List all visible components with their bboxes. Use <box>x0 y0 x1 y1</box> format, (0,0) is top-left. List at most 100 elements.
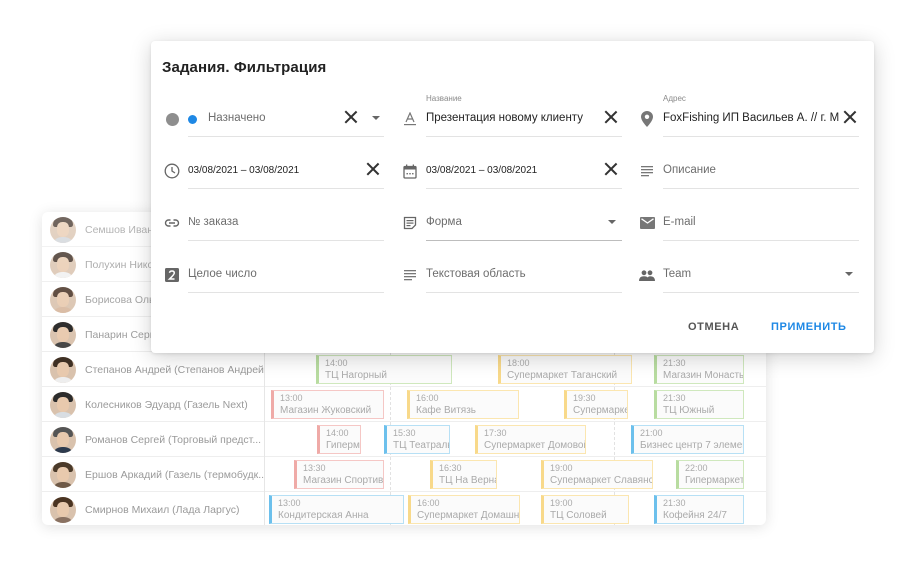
address-label: Адрес <box>663 94 686 103</box>
event-title: Супермаркет <box>573 405 628 416</box>
integer-field[interactable]: Целое число <box>164 263 384 293</box>
event-title: Кондитерская Анна <box>278 510 369 521</box>
name-field[interactable]: Название Презентация новому клиенту <box>402 94 622 137</box>
description-placeholder: Описание <box>663 164 716 176</box>
avatar <box>50 321 76 348</box>
clear-icon[interactable] <box>843 110 857 124</box>
date-range-field[interactable]: 03/08/2021 – 03/08/2021 <box>402 159 622 189</box>
calendar-row: Ершов Аркадий (Газель (термобудк... 13:30… <box>42 457 766 492</box>
event-title: Супермаркет Домашний <box>417 510 520 521</box>
dialog-title: Задания. Фильтрация <box>162 59 327 76</box>
task-event[interactable]: 21:30 ТЦ Южный <box>654 390 744 419</box>
task-event[interactable]: 15:30 ТЦ Театральный <box>384 425 450 454</box>
driver-cell[interactable]: Смирнов Михаил (Лада Ларгус) <box>42 492 265 525</box>
clear-icon[interactable] <box>604 162 618 176</box>
chevron-down-icon[interactable] <box>372 116 380 120</box>
event-title: ТЦ Нагорный <box>325 370 387 381</box>
timeline-row: 13:30 Магазин Спортивный 16:30 ТЦ На Вернад… <box>266 457 766 492</box>
event-title: ТЦ Театральный <box>393 440 449 451</box>
date-range-value[interactable]: 03/08/2021 – 03/08/2021 <box>426 165 537 176</box>
description-field[interactable]: Описание <box>639 159 859 189</box>
address-value[interactable]: FoxFishing ИП Васильев А. // г. Москва <box>663 112 839 124</box>
task-event[interactable]: 13:00 Магазин Жуковский <box>271 390 384 419</box>
driver-cell[interactable]: Ершов Аркадий (Газель (термобудк... <box>42 457 265 492</box>
event-time: 18:00 <box>507 358 530 368</box>
calendar-row: Смирнов Михаил (Лада Ларгус) 13:00 Кондите… <box>42 492 766 525</box>
email-placeholder: E-mail <box>663 216 696 228</box>
time-range-field[interactable]: 03/08/2021 – 03/08/2021 <box>164 159 384 189</box>
event-title: ТЦ На Вернадского <box>439 475 497 486</box>
task-event[interactable]: 19:00 Супермаркет Славянский <box>541 460 653 489</box>
avatar <box>50 496 76 523</box>
avatar <box>50 426 76 453</box>
event-title: ТЦ Южный <box>663 405 715 416</box>
status-circle-icon <box>164 111 180 127</box>
timeline-row: 14:00 ТЦ Нагорный 18:00 Супермаркет Таганск… <box>266 352 766 387</box>
cancel-button[interactable]: ОТМЕНА <box>688 321 739 333</box>
order-number-field[interactable]: № заказа <box>164 211 384 241</box>
team-placeholder: Team <box>663 268 692 280</box>
task-event[interactable]: 14:00 Гипермаркет <box>317 425 361 454</box>
task-event[interactable]: 13:00 Кондитерская Анна <box>269 495 404 524</box>
event-title: Магазин Монастырский <box>663 370 743 381</box>
avatar <box>50 391 76 418</box>
apply-button[interactable]: ПРИМЕНИТЬ <box>771 321 847 333</box>
notes-icon <box>402 267 418 283</box>
task-event[interactable]: 19:00 ТЦ Соловей <box>541 495 629 524</box>
team-select[interactable]: Team <box>639 263 859 293</box>
clear-icon[interactable] <box>344 110 358 124</box>
driver-name: Степанов Андрей (Степанов Андрей) <box>85 363 264 376</box>
email-field[interactable]: E-mail <box>639 211 859 241</box>
people-icon <box>639 267 655 283</box>
form-select[interactable]: Форма <box>402 211 622 241</box>
event-title: Магазин Жуковский <box>280 405 372 416</box>
task-event[interactable]: 13:30 Магазин Спортивный <box>294 460 384 489</box>
task-event[interactable]: 14:00 ТЦ Нагорный <box>316 355 452 384</box>
task-event[interactable]: 17:30 Супермаркет Домовой <box>475 425 586 454</box>
integer-placeholder: Целое число <box>188 268 257 280</box>
status-field[interactable]: Назначено <box>164 107 384 137</box>
clock-icon <box>164 163 180 179</box>
driver-cell[interactable]: Колесников Эдуард (Газель Next) <box>42 387 265 422</box>
avatar <box>50 216 76 243</box>
event-title: Гипермаркет <box>326 440 360 451</box>
form-icon <box>402 215 418 231</box>
event-time: 22:00 <box>685 463 708 473</box>
task-event[interactable]: 18:00 Супермаркет Таганский <box>498 355 632 384</box>
event-title: Гипермаркет <box>685 475 744 486</box>
task-event[interactable]: 16:00 Кафе Витязь <box>407 390 519 419</box>
driver-cell[interactable]: Степанов Андрей (Степанов Андрей) <box>42 352 265 387</box>
event-time: 17:30 <box>484 428 507 438</box>
task-event[interactable]: 21:00 Бизнес центр 7 элемент <box>631 425 744 454</box>
calendar-row: Колесников Эдуард (Газель Next) 13:00 Мага… <box>42 387 766 422</box>
event-time: 16:30 <box>439 463 462 473</box>
name-value[interactable]: Презентация новому клиенту <box>426 112 596 124</box>
text-format-icon <box>402 111 418 127</box>
task-event[interactable]: 22:00 Гипермаркет <box>676 460 744 489</box>
clear-icon[interactable] <box>366 162 380 176</box>
driver-name: Смирнов Михаил (Лада Ларгус) <box>85 503 240 516</box>
textarea-field[interactable]: Текстовая область <box>402 263 622 293</box>
event-time: 13:30 <box>303 463 326 473</box>
driver-name: Ершов Аркадий (Газель (термобудк... <box>85 468 264 481</box>
textarea-placeholder: Текстовая область <box>426 268 526 280</box>
chevron-down-icon[interactable] <box>608 220 616 224</box>
avatar <box>50 286 76 313</box>
task-event[interactable]: 16:30 ТЦ На Вернадского <box>430 460 497 489</box>
filter-dialog: Задания. Фильтрация Назначено Название П… <box>151 41 874 353</box>
name-label: Название <box>426 94 462 103</box>
time-range-value[interactable]: 03/08/2021 – 03/08/2021 <box>188 165 299 176</box>
status-value: Назначено <box>208 112 266 124</box>
event-time: 19:30 <box>573 393 596 403</box>
map-pin-icon <box>639 111 655 127</box>
clear-icon[interactable] <box>604 110 618 124</box>
event-time: 19:00 <box>550 498 573 508</box>
event-time: 16:00 <box>416 393 439 403</box>
task-event[interactable]: 19:30 Супермаркет <box>564 390 628 419</box>
chevron-down-icon[interactable] <box>845 272 853 276</box>
address-field[interactable]: Адрес FoxFishing ИП Васильев А. // г. Мо… <box>639 94 859 137</box>
task-event[interactable]: 16:00 Супермаркет Домашний <box>408 495 520 524</box>
task-event[interactable]: 21:30 Кофейня 24/7 <box>654 495 744 524</box>
driver-cell[interactable]: Романов Сергей (Торговый предст... <box>42 422 265 457</box>
task-event[interactable]: 21:30 Магазин Монастырский <box>654 355 744 384</box>
